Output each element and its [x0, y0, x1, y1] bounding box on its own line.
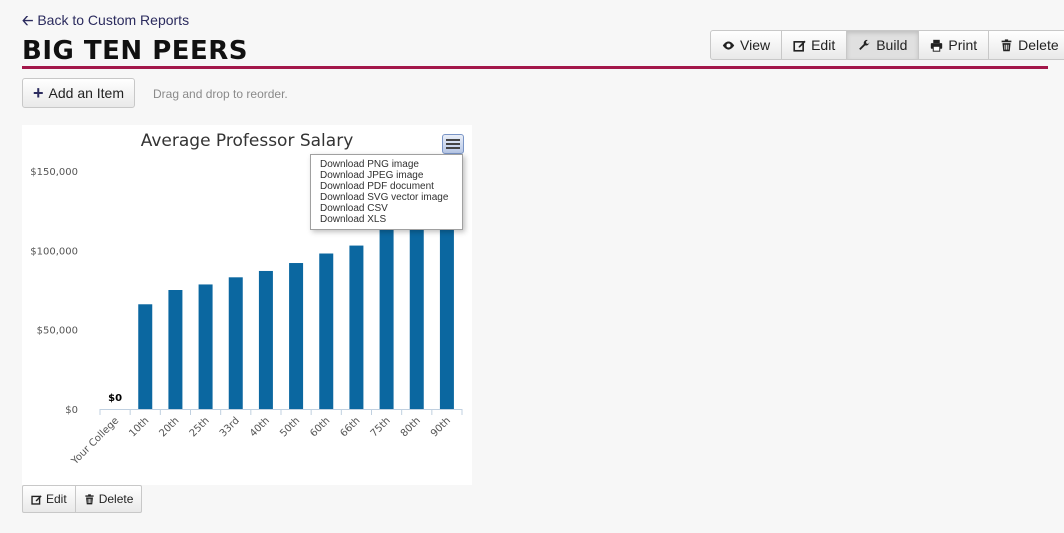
- item-delete-label: Delete: [98, 492, 134, 506]
- download-jpeg-item[interactable]: Download JPEG image: [311, 170, 462, 181]
- chart-export-menu-button[interactable]: [442, 134, 464, 154]
- y-tick-label: $50,000: [37, 326, 78, 337]
- item-delete-button[interactable]: Delete: [76, 486, 142, 512]
- y-tick-label: $150,000: [30, 167, 78, 178]
- edit-icon: [31, 494, 42, 505]
- trash-icon: [1001, 38, 1012, 51]
- data-label: $0: [108, 393, 122, 404]
- x-tick-label: 80th: [399, 415, 423, 439]
- x-tick-label: 40th: [248, 415, 272, 439]
- add-item-label: Add an Item: [48, 85, 125, 101]
- bar: [409, 218, 424, 409]
- title-divider: [22, 66, 1048, 69]
- x-tick-label: 20th: [158, 415, 182, 439]
- export-dropdown: Download PNG image Download JPEG image D…: [310, 154, 463, 230]
- menu-line-icon: [446, 143, 460, 145]
- trash-icon: [85, 493, 94, 504]
- add-item-button[interactable]: + Add an Item: [22, 78, 136, 108]
- x-tick-label: 50th: [278, 415, 302, 439]
- menu-line-icon: [446, 147, 460, 149]
- back-to-custom-reports-link[interactable]: 🡠 Back to Custom Reports: [22, 12, 189, 28]
- print-button[interactable]: Print: [919, 31, 990, 59]
- report-toolbar: View Edit Build Print Delete: [710, 30, 1064, 60]
- build-button[interactable]: Build: [847, 31, 920, 59]
- x-tick-label: 90th: [429, 415, 453, 439]
- chart-title: Average Professor Salary: [140, 131, 354, 151]
- chart-item-actions: Edit Delete: [22, 485, 143, 513]
- eye-icon: [722, 40, 735, 50]
- view-button[interactable]: View: [711, 31, 783, 59]
- delete-button[interactable]: Delete: [989, 31, 1064, 59]
- y-tick-label: $100,000: [30, 246, 78, 257]
- back-link-label: Back to Custom Reports: [37, 12, 190, 28]
- wrench-icon: [859, 39, 870, 50]
- item-edit-label: Edit: [46, 492, 67, 506]
- build-label: Build: [876, 37, 908, 53]
- page-title: BIG TEN PEERS: [22, 36, 249, 66]
- bar: [439, 202, 454, 409]
- bar: [319, 253, 334, 409]
- download-csv-item[interactable]: Download CSV: [311, 203, 462, 214]
- delete-label: Delete: [1018, 37, 1059, 53]
- bar: [138, 304, 153, 409]
- bar: [289, 263, 304, 409]
- menu-line-icon: [446, 139, 460, 141]
- arrow-left-icon: 🡠: [22, 12, 34, 28]
- drag-hint: Drag and drop to reorder.: [153, 87, 288, 101]
- bar: [379, 229, 394, 409]
- printer-icon: [931, 39, 943, 52]
- view-label: View: [740, 37, 771, 53]
- download-pdf-item[interactable]: Download PDF document: [311, 181, 462, 192]
- x-tick-label: 60th: [308, 415, 332, 439]
- download-png-item[interactable]: Download PNG image: [311, 159, 462, 170]
- x-tick-label: 66th: [339, 415, 363, 439]
- download-xls-item[interactable]: Download XLS: [311, 214, 462, 225]
- item-edit-button[interactable]: Edit: [23, 486, 76, 512]
- x-tick-label: 25th: [188, 415, 212, 439]
- edit-button[interactable]: Edit: [782, 31, 848, 59]
- bar: [168, 290, 183, 409]
- bar: [228, 277, 243, 409]
- x-tick-label: 10th: [127, 415, 151, 439]
- bar: [349, 245, 364, 409]
- download-svg-item[interactable]: Download SVG vector image: [311, 192, 462, 203]
- print-label: Print: [948, 37, 978, 53]
- edit-icon: [793, 40, 806, 52]
- edit-label: Edit: [811, 37, 836, 53]
- bar: [198, 284, 213, 409]
- bar: [258, 270, 273, 409]
- x-tick-label: 33rd: [218, 415, 242, 439]
- plus-icon: +: [33, 83, 44, 103]
- x-tick-label: Your College: [69, 415, 121, 467]
- x-tick-label: 75th: [369, 415, 393, 439]
- y-tick-label: $0: [65, 405, 78, 416]
